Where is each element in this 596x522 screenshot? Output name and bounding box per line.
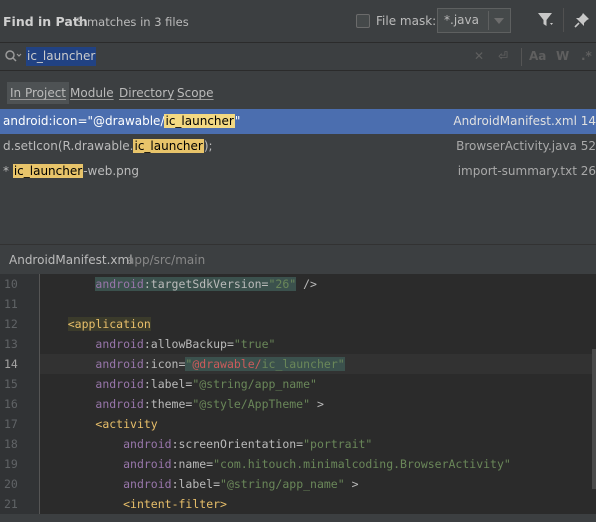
chevron-down-icon[interactable] [494,18,504,24]
match-highlight: ic_launcher [133,139,204,153]
search-icon[interactable] [4,49,22,66]
code-line: <application [67,317,151,331]
snippet-before: * [3,164,13,178]
code-line: android:targetSdkVersion="26" /> [95,277,317,291]
line-number: 13 [4,337,18,351]
scope-tab-module[interactable]: Module [67,82,117,104]
code-line: android:allowBackup="true" [95,337,276,351]
code-line-current: android:icon="@drawable/ic_launcher" [40,354,596,374]
line-number-gutter: 10 11 12 13 14 15 16 17 18 19 20 21 [0,274,40,514]
line-number: 10 [4,277,18,291]
code-line: <intent-filter> [123,497,227,511]
line-number-current: 14 [4,357,18,371]
clear-icon[interactable]: ✕ [474,49,484,63]
file-mask-divider [488,11,489,30]
line-number: 11 [4,297,18,311]
bottom-strip [0,514,596,522]
snippet-before: d.setIcon(R.drawable. [3,139,134,153]
result-row[interactable]: android:icon="@drawable/ic_launcher" And… [0,109,596,134]
search-divider [521,48,522,66]
result-file: BrowserActivity.java 52 [456,139,596,153]
result-row[interactable]: d.setIcon(R.drawable.ic_launcher); Brows… [0,134,596,159]
file-mask-checkbox[interactable] [356,14,370,28]
regex-toggle[interactable]: .* [581,49,592,63]
file-mask-select[interactable]: *.java [437,8,511,33]
scope-tab-directory[interactable]: Directory [116,82,177,104]
newline-icon[interactable]: ⏎ [498,49,508,63]
result-file: import-summary.txt 26 [457,164,596,178]
snippet-after: -web.png [83,164,139,178]
search-row: ic_launcher ✕ ⏎ Aa W .* [0,42,596,71]
match-count: 3 matches in 3 files [76,15,189,29]
filter-icon[interactable] [537,12,555,31]
code-line: android:screenOrientation="portrait" [123,437,373,451]
line-number: 16 [4,397,18,411]
line-number: 17 [4,417,18,431]
code-preview-editor[interactable]: 10 11 12 13 14 15 16 17 18 19 20 21 andr… [0,274,596,514]
snippet-after: ); [203,139,213,153]
line-number: 12 [4,317,18,331]
scope-tab-scope[interactable]: Scope [174,82,217,104]
code-line: android:label="@string/app_name" [95,377,317,391]
file-mask-label[interactable]: File mask: [376,14,436,28]
line-number: 18 [4,437,18,451]
code-line: android:label="@string/app_name" > [123,477,359,491]
result-file: AndroidManifest.xml 14 [453,114,596,128]
line-number: 21 [4,497,18,511]
result-row[interactable]: * ic_launcher-web.png import-summary.txt… [0,159,596,184]
pin-icon[interactable] [574,12,590,31]
find-dialog-header: Find in Path 3 matches in 3 files File m… [0,0,596,42]
preview-file-path: app/src/main [127,253,206,267]
snippet-before: android:icon="@drawable/ [3,114,165,128]
line-number: 19 [4,457,18,471]
match-highlight: ic_launcher [12,164,84,178]
result-snippet: d.setIcon(R.drawable.ic_launcher); [3,139,213,153]
editor-scrollbar[interactable] [592,349,596,489]
whole-words-toggle[interactable]: W [556,49,569,63]
scope-row: In Project Module Directory Scope [0,71,596,109]
result-snippet: * ic_launcher-web.png [3,164,139,178]
code-line: android:theme="@style/AppTheme" > [95,397,324,411]
code-line: <activity [95,417,158,431]
line-number: 20 [4,477,18,491]
header-divider [563,8,564,32]
result-snippet: android:icon="@drawable/ic_launcher" [3,114,240,128]
preview-file-name: AndroidManifest.xml [9,253,133,267]
results-list: android:icon="@drawable/ic_launcher" And… [0,109,596,244]
search-input[interactable]: ic_launcher [26,47,97,66]
preview-header: AndroidManifest.xml app/src/main [0,244,596,274]
scope-tab-in-project[interactable]: In Project [7,82,70,104]
match-case-toggle[interactable]: Aa [529,49,546,63]
file-mask-value: *.java [444,13,479,27]
dialog-title: Find in Path [3,14,88,29]
code-line: android:name="com.hitouch.minimalcoding.… [123,457,511,471]
line-number: 15 [4,377,18,391]
match-highlight: ic_launcher [164,114,235,128]
snippet-after: " [234,114,241,128]
